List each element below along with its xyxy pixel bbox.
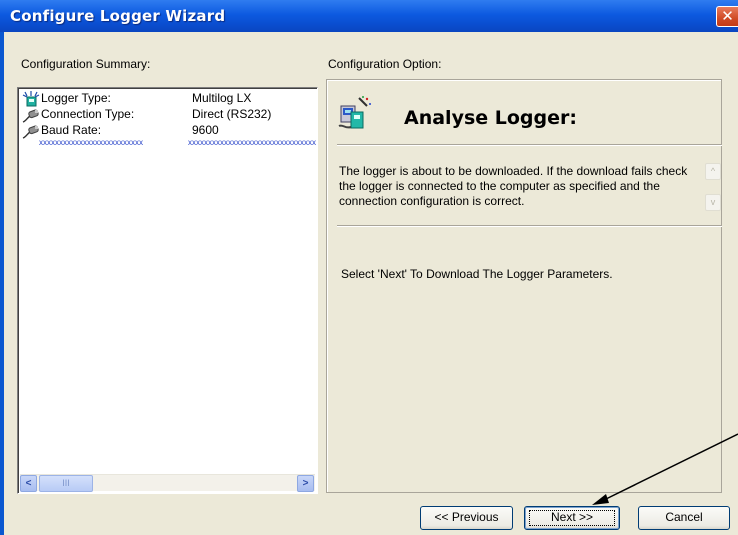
vertical-scrollbar[interactable]: ^ v <box>705 163 722 213</box>
summary-row-value: 9600 <box>192 123 219 137</box>
scroll-right-button[interactable]: > <box>297 475 314 492</box>
cancel-button[interactable]: Cancel <box>638 506 730 530</box>
instruction-text: Select 'Next' To Download The Logger Par… <box>341 267 613 281</box>
scroll-down-button[interactable]: v <box>705 194 721 211</box>
cable-icon <box>22 109 39 123</box>
logger-icon <box>22 91 40 107</box>
option-heading: Analyse Logger: <box>404 107 577 129</box>
summary-row-label: Connection Type: <box>41 107 135 121</box>
chevron-right-icon: > <box>302 478 309 489</box>
chevron-down-icon: v <box>710 197 716 207</box>
previous-button-label: << Previous <box>434 510 499 524</box>
scroll-up-button[interactable]: ^ <box>705 163 721 180</box>
separator-line: xxxxxxxxxxxxxxxxxxxxxxxxxx <box>39 138 143 147</box>
chevron-up-icon: ^ <box>710 166 716 176</box>
divider <box>337 225 722 227</box>
close-icon: ✕ <box>721 7 734 25</box>
summary-row-label: Baud Rate: <box>41 123 102 137</box>
summary-label: Configuration Summary: <box>21 57 151 71</box>
previous-button[interactable]: << Previous <box>420 506 513 530</box>
chevron-left-icon: < <box>25 478 32 489</box>
divider <box>337 144 722 146</box>
next-button[interactable]: Next >> <box>524 506 620 530</box>
scroll-thumb[interactable]: III <box>39 475 93 492</box>
summary-row-label: Logger Type: <box>41 91 111 105</box>
cable-icon <box>22 125 39 139</box>
grip-icon: III <box>62 478 70 488</box>
window-title: Configure Logger Wizard <box>10 7 226 25</box>
horizontal-scrollbar[interactable]: < III > <box>20 474 315 492</box>
focus-rectangle <box>529 510 615 526</box>
summary-panel[interactable]: Logger Type: Multilog LX Connection Type… <box>17 87 318 494</box>
close-button[interactable]: ✕ <box>716 6 738 27</box>
option-label: Configuration Option: <box>328 57 442 71</box>
separator-line: xxxxxxxxxxxxxxxxxxxxxxxxxxxxxxxx <box>188 138 316 147</box>
option-panel: Analyse Logger: The logger is about to b… <box>326 79 722 493</box>
wizard-window: Configure Logger Wizard ✕ Configuration … <box>0 0 738 535</box>
scroll-left-button[interactable]: < <box>20 475 37 492</box>
summary-row-value: Multilog LX <box>192 91 252 105</box>
analyse-logger-icon <box>338 96 371 129</box>
summary-row-value: Direct (RS232) <box>192 107 272 121</box>
title-bar[interactable]: Configure Logger Wizard ✕ <box>0 0 738 32</box>
info-text: The logger is about to be downloaded. If… <box>339 164 688 208</box>
cancel-button-label: Cancel <box>665 510 703 524</box>
